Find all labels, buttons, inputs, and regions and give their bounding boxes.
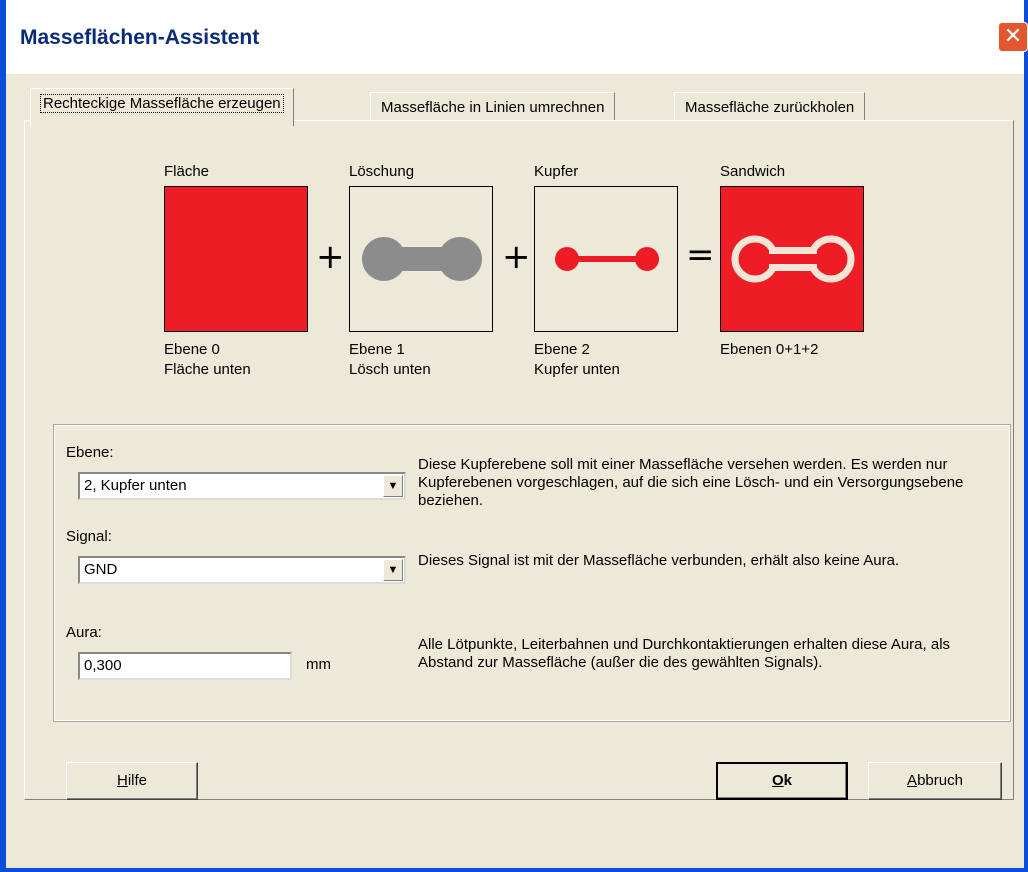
loeschung-swatch: [349, 186, 493, 332]
sandwich-shape: [731, 235, 855, 283]
chevron-down-icon[interactable]: ▼: [383, 559, 403, 581]
ebene-value: 2, Kupfer unten: [84, 477, 187, 494]
aura-label: Aura:: [66, 624, 102, 641]
window-title: Masseflächen-Assistent: [20, 26, 260, 49]
signal-label: Signal:: [66, 528, 112, 545]
tab-rechteckige-masseflaeche[interactable]: Rechteckige Massefläche erzeugen: [30, 88, 294, 126]
kupfer-swatch: [534, 186, 678, 332]
tab-label: Massefläche in Linien umrechnen: [381, 99, 605, 116]
signal-select[interactable]: GND ▼: [78, 556, 406, 584]
help-button[interactable]: Hilfe: [66, 762, 198, 800]
plus-operator: +: [316, 237, 345, 277]
panel-layer-3: Ebenen 0+1+2: [720, 341, 819, 358]
panel-layer-0: Ebene 0: [164, 341, 220, 358]
signal-value: GND: [84, 561, 118, 578]
ebene-description: Diese Kupferebene soll mit einer Massefl…: [418, 456, 964, 509]
dialog-window: Masseflächen-Assistent ✕ Rechteckige Mas…: [0, 0, 1028, 872]
signal-description: Dieses Signal ist mit der Massefläche ve…: [418, 552, 900, 569]
loeschung-shape: [362, 237, 482, 281]
aura-value: 0,300: [84, 657, 122, 674]
panel-title-sandwich: Sandwich: [720, 163, 786, 180]
panel-sublabel-2: Kupfer unten: [534, 361, 620, 378]
ebene-label: Ebene:: [66, 444, 114, 461]
cancel-button[interactable]: Abbruch: [868, 762, 1002, 800]
panel-layer-1: Ebene 1: [349, 341, 405, 358]
chevron-down-icon[interactable]: ▼: [383, 475, 403, 497]
panel-title-kupfer: Kupfer: [534, 163, 579, 180]
aura-input[interactable]: 0,300: [78, 652, 292, 680]
panel-sublabel-0: Fläche unten: [164, 361, 251, 378]
ok-button[interactable]: Ok: [716, 762, 848, 800]
close-icon[interactable]: ✕: [998, 22, 1028, 52]
aura-unit: mm: [306, 656, 331, 673]
panel-layer-2: Ebene 2: [534, 341, 590, 358]
sandwich-swatch: [720, 186, 864, 332]
tab-label: Rechteckige Massefläche erzeugen: [40, 94, 284, 113]
title-bar[interactable]: Masseflächen-Assistent ✕: [6, 0, 1028, 74]
panel-title-loeschung: Löschung: [349, 163, 415, 180]
panel-title-flaeche: Fläche: [164, 163, 210, 180]
aura-description: Alle Lötpunkte, Leiterbahnen und Durchko…: [418, 636, 951, 671]
plus-operator: +: [502, 237, 531, 277]
panel-sublabel-1: Lösch unten: [349, 361, 431, 378]
flaeche-swatch: [164, 186, 308, 332]
ebene-select[interactable]: 2, Kupfer unten ▼: [78, 472, 406, 500]
equals-operator: =: [686, 235, 715, 275]
kupfer-shape: [555, 247, 659, 271]
tab-label: Massefläche zurückholen: [685, 99, 855, 116]
